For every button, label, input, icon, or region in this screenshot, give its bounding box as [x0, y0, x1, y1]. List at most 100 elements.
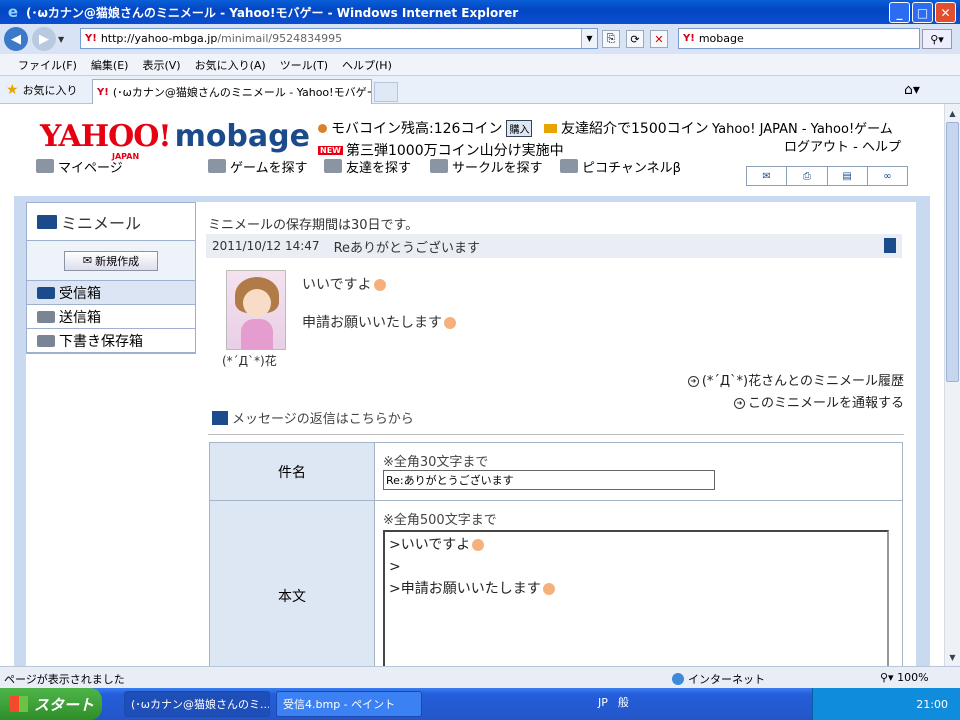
friends-icon: [324, 159, 342, 173]
reply-heading: メッセージの返信はこちらから: [212, 408, 414, 427]
divider: [208, 434, 904, 435]
subject-input[interactable]: Re:ありがとうございます: [383, 470, 715, 490]
vertical-scrollbar[interactable]: ▲ ▼: [944, 104, 960, 666]
start-button[interactable]: スタート: [0, 688, 102, 720]
ime-toolbar[interactable]: JP 般: [598, 694, 629, 710]
subject-label: 件名: [210, 443, 375, 500]
search-provider-icon: Y!: [683, 33, 695, 44]
quick-icon-buttons: ✉ ⎙ ▤ ∞: [746, 166, 908, 186]
body-hint: ※全角500文字まで: [383, 513, 497, 528]
body-label: 本文: [210, 501, 375, 666]
body-textarea[interactable]: >いいですよ > >申請お願いいたします: [383, 530, 889, 666]
close-button[interactable]: ✕: [935, 2, 956, 23]
mail-icon[interactable]: ✉: [747, 167, 788, 185]
address-dropdown-icon[interactable]: ▼: [581, 29, 597, 48]
message-header: 2011/10/12 14:47 Reありがとうございます: [206, 234, 902, 258]
body-row: 本文 ※全角500文字まで >いいですよ > >申請お願いいたします: [210, 501, 902, 666]
back-button[interactable]: ◀: [4, 27, 28, 51]
message-line-2: 申請お願いいたします: [302, 312, 456, 332]
diary-icon[interactable]: ▤: [828, 167, 868, 185]
report-link[interactable]: ➜ このミニメールを通報する: [733, 392, 904, 411]
new-mail-button[interactable]: ✉ 新規作成: [64, 250, 158, 271]
window-title: (･ωカナン@猫娘さんのミニメール - Yahoo!モバゲー - Windows…: [26, 5, 519, 20]
menu-edit[interactable]: 編集(E): [91, 57, 129, 73]
sender-name[interactable]: (*´Д`*)花: [222, 352, 277, 369]
address-field[interactable]: Y! http://yahoo-mbga.jp/minimail/9524834…: [80, 28, 598, 49]
reply-icon: [212, 410, 228, 425]
stop-icon[interactable]: ✕: [650, 30, 668, 48]
security-zone[interactable]: インターネット: [672, 671, 765, 687]
coin-balance: モバコイン残高:126コイン 購入: [318, 118, 533, 138]
sender-avatar[interactable]: [226, 270, 286, 350]
status-bar: ページが表示されました インターネット ⚲▾ 100%: [0, 666, 960, 688]
zoom-level[interactable]: ⚲▾ 100%: [880, 671, 929, 684]
favorites-label: お気に入り: [22, 84, 78, 97]
history-link[interactable]: ➜ (*´Д`*)花さんとのミニメール履歴: [687, 370, 904, 389]
trash-icon[interactable]: [884, 238, 896, 253]
ime-language[interactable]: JP: [598, 696, 608, 709]
yahoo-favicon-icon: Y!: [85, 33, 97, 44]
sidebar-item-sent[interactable]: 送信箱: [27, 305, 195, 329]
tab-title: (･ωカナン@猫娘さんのミニメール - Yahoo!モバゲー: [112, 86, 372, 99]
new-badge: NEW: [318, 145, 343, 155]
home-icon[interactable]: ⌂▾: [904, 82, 920, 98]
minimail-icon: [37, 214, 57, 229]
menu-favorites[interactable]: お気に入り(A): [195, 57, 266, 73]
yahoo-mobage-logo[interactable]: YAHOO! JAPAN mobage: [40, 119, 310, 162]
favorites-button[interactable]: ★ お気に入り: [6, 82, 78, 98]
gamepad-icon: [208, 159, 226, 173]
scroll-thumb[interactable]: [946, 122, 959, 382]
invite-text: 友達紹介で1500コイン: [561, 121, 709, 137]
sidebar-item-drafts[interactable]: 下書き保存箱: [27, 329, 195, 353]
page-content: YAHOO! JAPAN mobage モバコイン残高:126コイン 購入 友達…: [0, 104, 944, 666]
forward-button[interactable]: ▶: [32, 27, 56, 51]
ie-icon: e: [7, 3, 19, 21]
minimize-button[interactable]: _: [889, 2, 910, 23]
compat-view-icon[interactable]: ⎘: [602, 30, 620, 48]
envelope-icon: [544, 123, 557, 133]
sidebar-item-inbox[interactable]: 受信箱: [27, 281, 195, 305]
buy-coin-button[interactable]: 購入: [506, 119, 533, 137]
logo-mobage: mobage: [174, 119, 310, 154]
url-host: http://yahoo-mbga.jp: [100, 32, 218, 45]
search-button[interactable]: ⚲▾: [922, 29, 952, 49]
minimail-sidebar: ミニメール ✉ 新規作成 受信箱 送信箱 下書き保存箱: [26, 202, 196, 354]
search-input[interactable]: Y! mobage: [678, 28, 920, 49]
inbox-icon[interactable]: ⎙: [787, 167, 828, 185]
scroll-up-icon[interactable]: ▲: [946, 106, 959, 120]
menu-help[interactable]: ヘルプ(H): [342, 57, 392, 73]
smile-icon: [373, 279, 386, 291]
coin-text[interactable]: モバコイン残高:126コイン: [331, 118, 502, 138]
clock[interactable]: 21:00: [916, 698, 948, 711]
logout-help-link[interactable]: ログアウト - ヘルプ: [784, 136, 901, 155]
scroll-down-icon[interactable]: ▼: [946, 650, 959, 664]
menu-file[interactable]: ファイル(F): [18, 57, 77, 73]
refresh-icon[interactable]: ⟳: [626, 30, 644, 48]
search-value: mobage: [698, 32, 744, 45]
taskbar-ie-window[interactable]: (･ωカナン@猫娘さんのミ...: [124, 691, 270, 717]
yahoo-game-link[interactable]: Yahoo! JAPAN - Yahoo!ゲーム: [712, 118, 893, 137]
house-icon: [36, 159, 54, 173]
menu-bar: ファイル(F) 編集(E) 表示(V) お気に入り(A) ツール(T) ヘルプ(…: [0, 54, 960, 76]
message-date: 2011/10/12 14:47: [212, 239, 320, 253]
history-dropdown-icon[interactable]: ▼: [58, 35, 68, 44]
nav-pico[interactable]: ピコチャンネルβ: [560, 157, 681, 176]
maximize-button[interactable]: □: [912, 2, 933, 23]
tab-active[interactable]: Y! (･ωカナン@猫娘さんのミニメール - Yahoo!モバゲー: [92, 79, 372, 104]
nav-find-circle[interactable]: サークルを探す: [430, 157, 543, 176]
menu-view[interactable]: 表示(V): [142, 57, 180, 73]
subject-hint: ※全角30文字まで: [383, 455, 489, 470]
taskbar-paint-window[interactable]: 受信4.bmp - ペイント: [276, 691, 422, 717]
status-message: ページが表示されました: [4, 673, 125, 686]
nav-mypage[interactable]: マイページ: [36, 157, 123, 176]
tab-bar: ★ お気に入り Y! (･ωカナン@猫娘さんのミニメール - Yahoo!モバゲ…: [0, 76, 960, 104]
arrow-circle-icon: ➜: [733, 398, 745, 409]
nav-find-game[interactable]: ゲームを探す: [208, 157, 308, 176]
new-tab-button[interactable]: [374, 82, 398, 102]
tv-icon: [560, 159, 578, 173]
nav-find-friend[interactable]: 友達を探す: [324, 157, 411, 176]
binoculars-icon[interactable]: ∞: [868, 167, 907, 185]
invite-link[interactable]: 友達紹介で1500コイン: [544, 118, 709, 138]
ime-mode[interactable]: 般: [618, 694, 629, 710]
menu-tools[interactable]: ツール(T): [280, 57, 328, 73]
